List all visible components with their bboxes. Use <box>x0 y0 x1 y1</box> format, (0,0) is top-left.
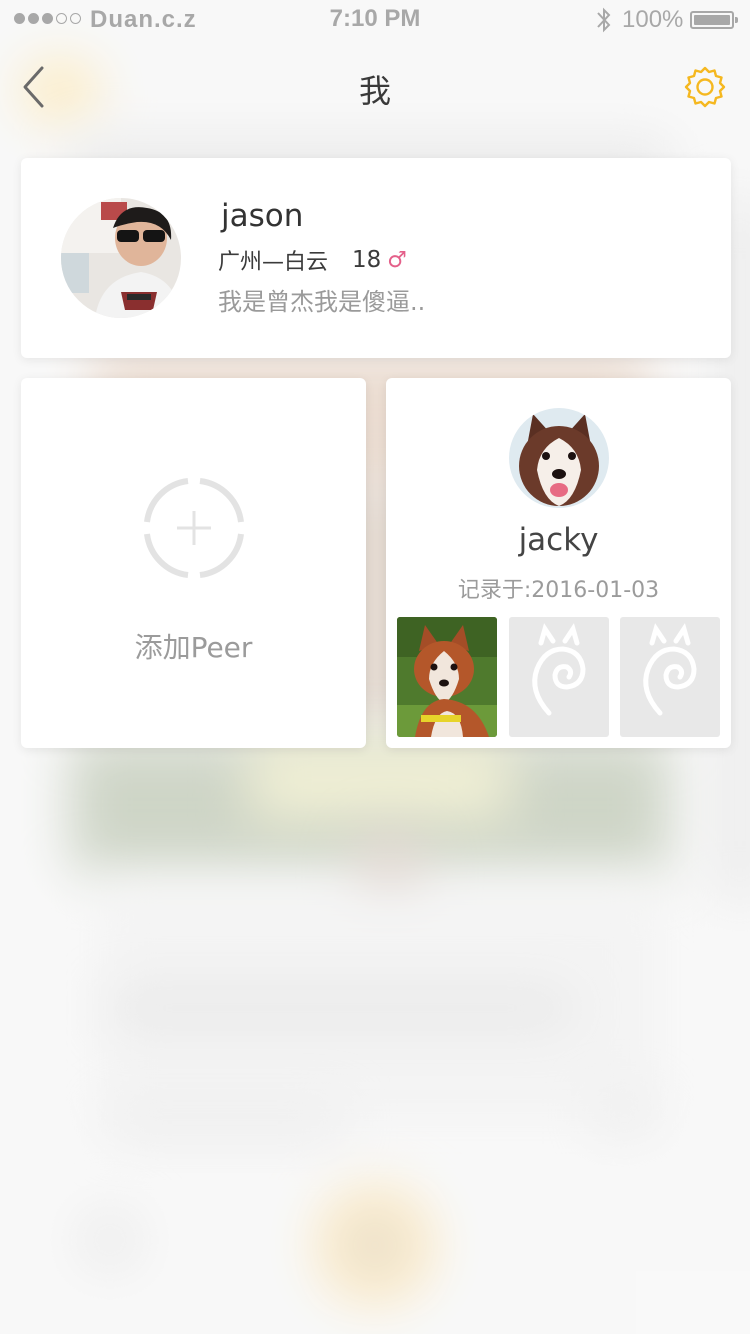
profile-location: 广州—白云 <box>218 250 329 275</box>
profile-name: jason <box>221 198 304 234</box>
add-peer-label: 添加Peer <box>134 631 253 664</box>
battery-icon <box>690 11 738 29</box>
profile-bio: 我是曾杰我是傻逼.. <box>218 288 426 316</box>
pet-name: jacky <box>518 522 599 558</box>
settings-button[interactable] <box>680 62 730 112</box>
pet-photo-placeholder[interactable] <box>509 617 609 737</box>
pet-avatar[interactable] <box>509 408 609 508</box>
pet-photo-thumbnail[interactable] <box>397 617 497 737</box>
pet-card[interactable]: jacky 记录于:2016-01-03 <box>386 378 731 748</box>
swirl-placeholder-icon <box>532 623 586 716</box>
bluetooth-icon <box>597 7 611 33</box>
pet-photo-placeholder[interactable] <box>620 617 720 737</box>
battery-percent: 100% <box>622 6 684 33</box>
user-avatar[interactable] <box>61 198 181 318</box>
add-circle-icon <box>144 478 244 578</box>
male-gender-icon: ♂ <box>387 247 408 273</box>
pet-record-label: 记录于: <box>457 578 532 603</box>
profile-card[interactable]: jason 广州—白云 18 ♂ 我是曾杰我是傻逼.. <box>21 158 731 358</box>
gear-icon <box>684 66 726 108</box>
status-bar: Duan.c.z 7:10 PM 100% <box>0 0 750 40</box>
profile-age: 18 <box>352 247 382 273</box>
profile-info-row: 广州—白云 18 ♂ <box>218 244 407 276</box>
add-peer-card[interactable]: 添加Peer <box>21 378 366 748</box>
page-title: 我 <box>358 72 391 110</box>
pet-record-date: 记录于:2016-01-03 <box>386 572 731 604</box>
pet-record-value: 2016-01-03 <box>531 578 660 603</box>
swirl-placeholder-icon <box>643 623 697 716</box>
